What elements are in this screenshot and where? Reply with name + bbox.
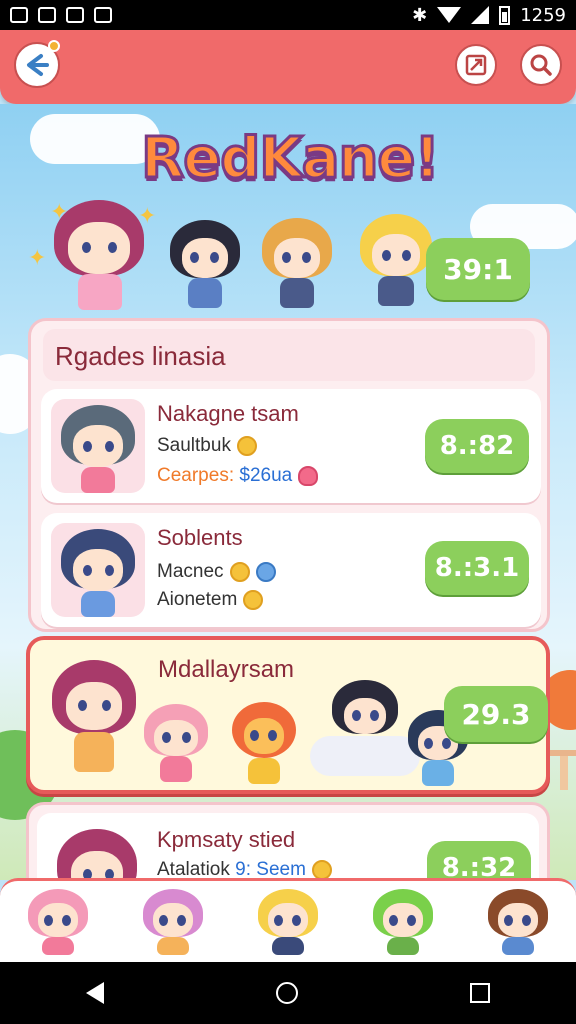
battery-icon [499,5,511,25]
search-icon [530,54,552,76]
notification-dot [48,40,60,52]
character-avatar[interactable] [262,218,332,312]
selected-team-card[interactable]: Mdallayrsam 29.3 [26,636,550,794]
team-name: Kpmsaty stied [157,827,296,852]
nav-home-icon[interactable] [276,982,298,1004]
team-info: Atalatiok 9: Seem [157,859,332,880]
back-arrow-icon [27,54,49,76]
bluetooth-icon: ✱ [412,4,428,26]
team-info-text: Macnec [157,561,224,582]
team-avatar [51,399,145,493]
roster-character-4[interactable] [371,887,435,957]
smile-icon [229,561,250,582]
smile-icon [243,589,264,610]
signal-icon [471,6,490,24]
team-info: Saultbuk [157,435,257,457]
character-avatar[interactable] [54,200,144,312]
roster-character-1[interactable] [26,887,90,957]
notification-icons [10,7,112,23]
character-avatar[interactable] [170,220,240,312]
roster-character-2[interactable] [141,887,205,957]
smile-icon [236,435,257,456]
team-info-text: Atalatiok [157,859,230,880]
character-avatar [52,660,136,778]
team-score: 29.3 [444,686,548,742]
team-stats: Cearpes: $26ua [157,465,319,487]
character-avatar[interactable] [360,214,432,310]
list-item[interactable]: Kpmsaty stied Atalatiok 9: Seem 8.:32 [26,802,550,880]
app-bar [0,30,576,104]
map-button[interactable] [455,44,497,86]
list-item[interactable]: Nakagne tsam Saultbuk Cearpes: $26ua 8.:… [41,389,541,503]
game-logo: RedKane! [140,125,442,193]
nav-back-icon[interactable] [86,982,104,1004]
notification-icon [10,7,28,23]
game-scene: RedKane! ✦ ✦ ✦ 39:1 Rgades linasia Nakag… [0,104,576,880]
team-score: 8.:32 [427,841,531,880]
system-nav-bar [0,962,576,1024]
game-notification-icon [94,7,112,23]
panel-title: Rgades linasia [43,329,535,381]
search-button[interactable] [520,44,562,86]
stat-label: Cearpes: [157,465,235,486]
smile-icon [311,859,332,880]
list-item[interactable]: Soblents Macnec Aionetem 8.:3.1 [41,513,541,627]
heart-icon [298,465,319,486]
character-avatar [310,680,420,784]
character-roster-bar [0,878,576,962]
team-score: 8.:82 [425,419,529,473]
team-info-value: 9: Seem [235,859,306,880]
roster-character-3[interactable] [256,887,320,957]
team-stats: Aionetem [157,589,264,611]
team-name: Mdallayrsam [158,656,295,683]
wifi-icon [437,7,462,23]
image-notification-icon [38,7,56,23]
sparkle-icon: ✦ [28,246,47,271]
team-info-text: Saultbuk [157,435,231,456]
stat-label: Aionetem [157,589,238,610]
roster-character-5[interactable] [486,887,550,957]
team-name: Soblents [157,525,243,550]
character-avatar [57,829,137,880]
status-bar: ✱ 1259 [0,0,576,30]
team-info: Macnec [157,561,276,583]
top-score-badge: 39:1 [426,238,530,300]
app-notification-icon [66,7,84,23]
map-icon [465,54,487,76]
hero-characters: ✦ ✦ ✦ [28,200,440,320]
team-avatar [51,523,145,617]
character-avatar [144,704,208,784]
back-button[interactable] [14,40,60,88]
stat-value: $26ua [239,465,293,486]
team-score: 8.:3.1 [425,541,529,595]
character-avatar [232,702,296,786]
clock: 1259 [520,4,566,26]
gem-icon [255,561,276,582]
team-name: Nakagne tsam [157,401,299,426]
ranking-panel: Rgades linasia Nakagne tsam Saultbuk Cea… [28,318,550,632]
nav-recents-icon[interactable] [470,983,490,1003]
